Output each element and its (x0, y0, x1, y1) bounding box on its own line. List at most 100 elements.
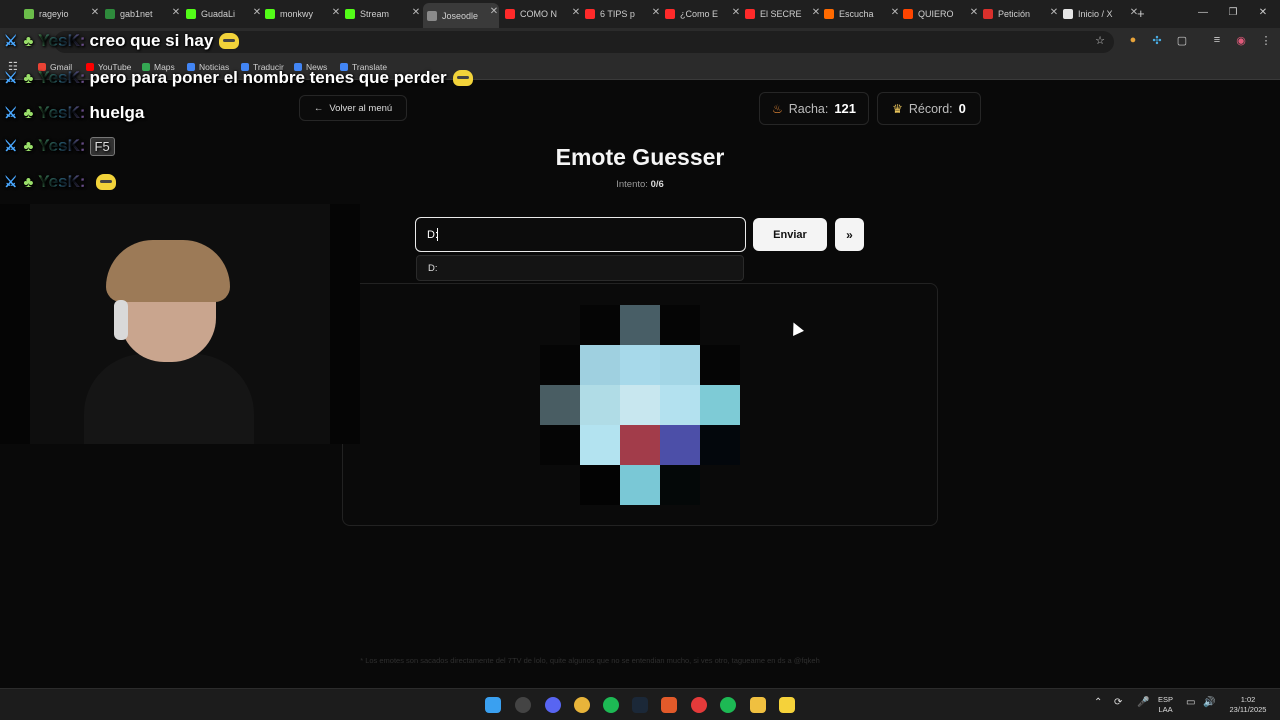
network-icon[interactable]: ▭ (1186, 698, 1195, 708)
browser-tab[interactable]: GuadaLi ✕ (186, 4, 262, 24)
discord-icon[interactable] (545, 697, 561, 713)
browser-tab[interactable]: Petición ✕ (983, 4, 1059, 24)
subscriber-badge-icon: ♣ (23, 173, 34, 191)
tab-label: 6 TIPS p (600, 9, 635, 19)
tab-label: El SECRE (760, 9, 802, 19)
browser-tab[interactable]: Escucha ✕ (824, 4, 900, 24)
profile-avatar-icon[interactable]: ◉ (1234, 34, 1248, 47)
windows-start-icon[interactable] (485, 697, 501, 713)
tab-close-icon[interactable]: ✕ (252, 7, 262, 18)
menu-kebab-icon[interactable]: ⋮ (1259, 34, 1273, 47)
tab-close-icon[interactable]: ✕ (1129, 7, 1139, 18)
browser-tab[interactable]: gab1net ✕ (105, 4, 181, 24)
tab-close-icon[interactable]: ✕ (571, 7, 581, 18)
tab-label: monkwy (280, 9, 314, 19)
tab-close-icon[interactable]: ✕ (1049, 7, 1059, 18)
extension-icon[interactable]: ● (1126, 34, 1140, 46)
tab-close-icon[interactable]: ✕ (890, 7, 900, 18)
headphones-icon (114, 300, 128, 340)
browser-tab[interactable]: Inicio / X ✕ (1063, 4, 1139, 24)
browser-tab[interactable]: rageyio ✕ (24, 4, 100, 24)
tab-label: Petición (998, 9, 1031, 19)
language-indicator[interactable]: ESP LAA (1158, 695, 1173, 715)
tab-favicon-icon (983, 9, 993, 19)
restore-icon[interactable]: ❐ (1226, 7, 1240, 18)
spotify-icon[interactable] (603, 697, 619, 713)
extensions-puzzle-icon[interactable]: ▢ (1175, 34, 1189, 47)
send-button[interactable]: Enviar (753, 218, 827, 251)
app-icon-2[interactable] (779, 697, 795, 713)
settings-gear-icon[interactable] (515, 697, 531, 713)
tab-favicon-icon (24, 9, 34, 19)
moderator-badge-icon: ⚔ (4, 70, 18, 87)
tab-close-icon[interactable]: ✕ (811, 7, 821, 18)
emote-pixel (660, 345, 700, 385)
chat-message: ⚔ ♣ YesK: creo que si hay (4, 31, 240, 51)
tab-close-icon[interactable]: ✕ (171, 7, 181, 18)
browser-tab[interactable]: Joseodle ✕ (423, 3, 499, 28)
browser-tab[interactable]: COMO N ✕ (505, 4, 581, 24)
steam-icon[interactable] (632, 697, 648, 713)
app-icon[interactable] (661, 697, 677, 713)
media-control-icon[interactable]: ≡ (1210, 34, 1224, 46)
microphone-icon[interactable]: 🎤 (1137, 698, 1149, 708)
opera-icon[interactable] (691, 697, 707, 713)
tab-close-icon[interactable]: ✕ (969, 7, 979, 18)
volume-icon[interactable]: 🔊 (1203, 698, 1215, 708)
tab-favicon-icon (903, 9, 913, 19)
tab-close-icon[interactable]: ✕ (411, 7, 421, 18)
browser-tab[interactable]: Stream ✕ (345, 4, 421, 24)
close-window-icon[interactable]: ✕ (1256, 7, 1270, 18)
bookmark-star-icon[interactable]: ☆ (1093, 34, 1107, 47)
arrow-left-icon: ← (313, 102, 324, 114)
emote-pixel (620, 465, 660, 505)
minimize-icon[interactable]: — (1196, 7, 1210, 18)
record-value: 0 (958, 101, 966, 116)
tab-label: GuadaLi (201, 9, 236, 19)
chrome-icon[interactable] (574, 697, 590, 713)
autocomplete-suggestion[interactable]: D: (416, 255, 744, 281)
keycap-emote: F5 (89, 136, 115, 156)
file-explorer-icon[interactable] (750, 697, 766, 713)
tab-favicon-icon (345, 9, 355, 19)
emote-pixel (580, 345, 620, 385)
emote-pixel (620, 385, 660, 425)
keyboard-layout: LAA (1158, 705, 1173, 714)
emote-icon (452, 70, 473, 86)
browser-tab[interactable]: 6 TIPS p ✕ (585, 4, 661, 24)
streak-value: 121 (834, 101, 857, 116)
tab-favicon-icon (265, 9, 275, 19)
back-to-menu-button[interactable]: ← Volver al menú (299, 95, 407, 121)
trophy-icon: ♛ (892, 101, 903, 116)
tab-label: Escucha (839, 9, 874, 19)
record-label: Récord: (908, 101, 953, 116)
tab-close-icon[interactable]: ✕ (90, 7, 100, 18)
spotify-icon-2[interactable] (720, 697, 736, 713)
emote-pixel (660, 305, 700, 345)
tab-favicon-icon (186, 9, 196, 19)
tab-close-icon[interactable]: ✕ (731, 7, 741, 18)
guess-input[interactable] (415, 217, 746, 252)
skip-button[interactable]: » (835, 218, 864, 251)
emote-pixel (540, 345, 580, 385)
translate-extension-icon[interactable]: ✣ (1150, 34, 1164, 47)
browser-tab[interactable]: monkwy ✕ (265, 4, 341, 24)
subscriber-badge-icon: ♣ (23, 137, 34, 155)
browser-tab[interactable]: ¿Como E ✕ (665, 4, 741, 24)
tab-close-icon[interactable]: ✕ (489, 6, 499, 17)
webcam-person-hair (106, 240, 230, 302)
chat-username: YesK: (38, 68, 86, 87)
tab-label: Inicio / X (1078, 9, 1113, 19)
text-caret (437, 228, 438, 241)
emote-pixel (580, 385, 620, 425)
sync-icon[interactable]: ⟳ (1114, 698, 1122, 708)
emote-pixel (620, 305, 660, 345)
browser-tab[interactable]: QUIERO ✕ (903, 4, 979, 24)
tray-chevron-icon[interactable]: ⌃ (1094, 698, 1102, 708)
flame-icon: ♨ (771, 101, 783, 116)
tab-favicon-icon (1063, 9, 1073, 19)
tab-close-icon[interactable]: ✕ (651, 7, 661, 18)
clock[interactable]: 1:02 23/11/2025 (1222, 695, 1274, 715)
tab-close-icon[interactable]: ✕ (331, 7, 341, 18)
browser-tab[interactable]: El SECRE ✕ (745, 4, 821, 24)
